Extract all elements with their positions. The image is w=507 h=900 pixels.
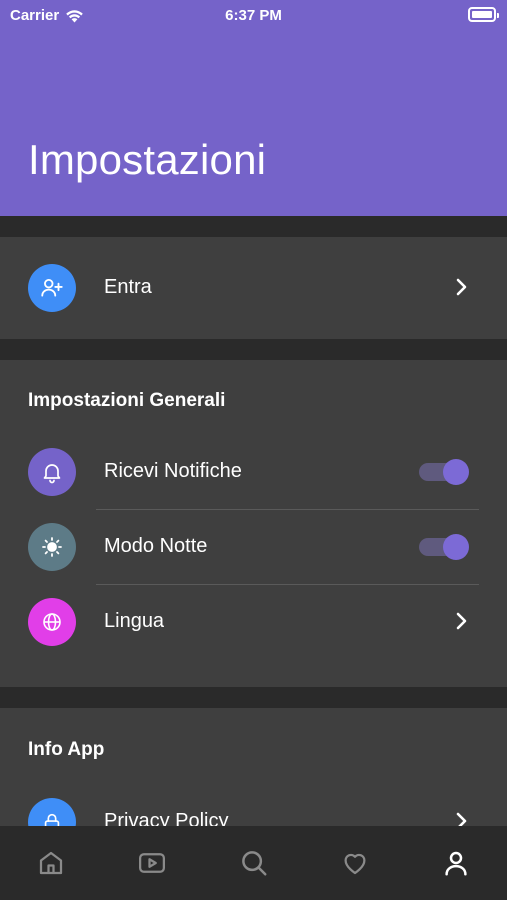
header: Carrier 6:37 PM Impostazioni bbox=[0, 0, 507, 216]
night-mode-label: Modo Notte bbox=[104, 535, 208, 557]
home-icon bbox=[39, 851, 63, 875]
bell-icon bbox=[28, 448, 76, 496]
notifications-label: Ricevi Notifiche bbox=[104, 460, 242, 482]
notifications-toggle[interactable] bbox=[419, 459, 469, 485]
info-section-title: Info App bbox=[28, 739, 105, 760]
search-icon bbox=[242, 851, 267, 876]
user-plus-icon bbox=[28, 264, 76, 312]
tab-home[interactable] bbox=[34, 846, 68, 880]
privacy-policy-label: Privacy Policy bbox=[104, 810, 229, 826]
status-bar: Carrier 6:37 PM bbox=[0, 0, 507, 32]
night-mode-row: Modo Notte bbox=[0, 510, 507, 584]
tab-bar bbox=[0, 826, 507, 900]
tab-favorites[interactable] bbox=[338, 846, 372, 880]
heart-icon bbox=[344, 853, 366, 875]
login-row[interactable]: Entra bbox=[0, 251, 507, 325]
info-app-card: Info App Privacy Policy bbox=[0, 708, 507, 826]
sun-icon bbox=[28, 523, 76, 571]
language-label: Lingua bbox=[104, 610, 165, 632]
privacy-policy-row[interactable]: Privacy Policy bbox=[0, 785, 507, 826]
login-label: Entra bbox=[104, 276, 152, 298]
language-row[interactable]: Lingua bbox=[0, 585, 507, 659]
chevron-right-icon bbox=[456, 612, 467, 630]
tab-video[interactable] bbox=[135, 846, 169, 880]
lock-icon bbox=[28, 798, 76, 826]
tab-search[interactable] bbox=[237, 846, 271, 880]
battery-icon bbox=[468, 7, 499, 22]
notifications-row: Ricevi Notifiche bbox=[0, 435, 507, 509]
page-title: Impostazioni bbox=[28, 136, 267, 183]
video-icon bbox=[139, 853, 165, 873]
globe-icon bbox=[28, 598, 76, 646]
profile-icon bbox=[445, 851, 467, 876]
night-mode-toggle[interactable] bbox=[419, 534, 469, 560]
general-settings-card: Impostazioni Generali Ricevi Notifiche M… bbox=[0, 360, 507, 687]
general-section-title: Impostazioni Generali bbox=[28, 390, 226, 411]
account-card: Entra bbox=[0, 237, 507, 339]
tab-profile[interactable] bbox=[439, 846, 473, 880]
chevron-right-icon bbox=[456, 812, 467, 826]
status-time: 6:37 PM bbox=[225, 7, 282, 24]
chevron-right-icon bbox=[456, 278, 467, 296]
